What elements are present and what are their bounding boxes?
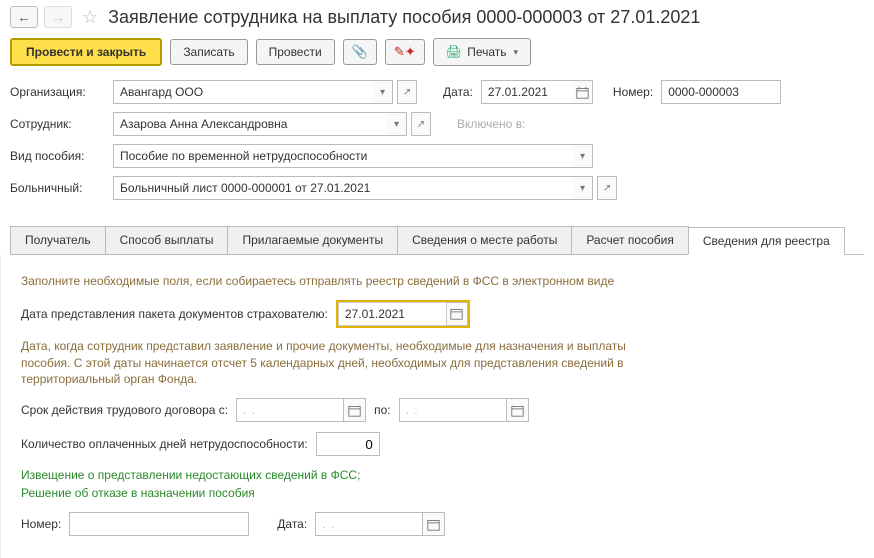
tab-workplace-info[interactable]: Сведения о месте работы: [397, 226, 572, 254]
benefit-type-input[interactable]: Пособие по временной нетрудоспособности: [113, 144, 573, 168]
org-open-button[interactable]: ↗: [397, 80, 417, 104]
nav-forward-button[interactable]: →: [44, 6, 72, 28]
org-dropdown-button[interactable]: ▾: [373, 80, 393, 104]
included-label: Включено в:: [457, 117, 525, 131]
contract-to-label: по:: [374, 403, 391, 417]
calendar-icon: [511, 404, 524, 417]
notice-date-input[interactable]: . .: [315, 512, 423, 536]
sickleave-label: Больничный:: [10, 181, 105, 195]
paid-days-label: Количество оплаченных дней нетрудоспособ…: [21, 437, 308, 451]
submit-date-label: Дата представления пакета документов стр…: [21, 307, 328, 321]
pencil-magic-icon: ✎✦: [394, 44, 416, 60]
submit-date-input[interactable]: 27.01.2021: [338, 302, 446, 326]
print-button[interactable]: Печать ▾: [433, 38, 531, 66]
nav-back-button[interactable]: ←: [10, 6, 38, 28]
num-input[interactable]: 0000-000003: [661, 80, 781, 104]
submit-date-highlight: 27.01.2021: [336, 300, 470, 328]
paid-days-input[interactable]: [316, 432, 380, 456]
employee-label: Сотрудник:: [10, 117, 105, 131]
notice-num-label: Номер:: [21, 517, 61, 531]
tab-attached-docs[interactable]: Прилагаемые документы: [227, 226, 398, 254]
benefit-type-dropdown-button[interactable]: ▾: [573, 144, 593, 168]
notice-heading-1: Извещение о представлении недостающих св…: [21, 466, 854, 484]
tab-benefit-calc[interactable]: Расчет пособия: [571, 226, 689, 254]
notice-heading-2: Решение об отказе в назначении пособия: [21, 484, 854, 502]
contract-from-label: Срок действия трудового договора с:: [21, 403, 228, 417]
tab-recipient[interactable]: Получатель: [10, 226, 106, 254]
paperclip-icon: [352, 44, 368, 60]
tab-payment-method[interactable]: Способ выплаты: [105, 226, 229, 254]
post-button[interactable]: Провести: [256, 39, 335, 65]
save-button[interactable]: Записать: [170, 39, 247, 65]
benefit-type-label: Вид пособия:: [10, 149, 105, 163]
calendar-icon: [348, 404, 361, 417]
contract-from-input[interactable]: . .: [236, 398, 344, 422]
dropdown-caret-icon: ▾: [514, 47, 519, 58]
employee-input[interactable]: Азарова Анна Александровна: [113, 112, 387, 136]
tabs: Получатель Способ выплаты Прилагаемые до…: [10, 226, 864, 255]
notice-date-label: Дата:: [277, 517, 307, 531]
notice-num-input[interactable]: [69, 512, 249, 536]
print-label: Печать: [467, 45, 506, 59]
date-label: Дата:: [443, 85, 473, 99]
calendar-icon: [450, 307, 463, 320]
favorite-star-icon[interactable]: ☆: [78, 7, 102, 28]
registry-hint-explain: Дата, когда сотрудник представил заявлен…: [21, 338, 661, 388]
tab-registry-info[interactable]: Сведения для реестра: [688, 227, 845, 255]
printer-icon: [446, 44, 463, 60]
attach-button[interactable]: [343, 39, 377, 65]
sickleave-open-button[interactable]: ↗: [597, 176, 617, 200]
sickleave-input[interactable]: Больничный лист 0000-000001 от 27.01.202…: [113, 176, 573, 200]
num-label: Номер:: [613, 85, 653, 99]
employee-open-button[interactable]: ↗: [411, 112, 431, 136]
contract-to-calendar-button[interactable]: [507, 398, 529, 422]
date-input[interactable]: 27.01.2021: [481, 80, 573, 104]
employee-dropdown-button[interactable]: ▾: [387, 112, 407, 136]
calendar-icon: [427, 518, 440, 531]
page-title: Заявление сотрудника на выплату пособия …: [108, 7, 700, 28]
date-calendar-button[interactable]: [573, 80, 593, 104]
calendar-icon: [576, 86, 589, 99]
registry-hint-top: Заполните необходимые поля, если собирае…: [21, 273, 854, 290]
submit-date-calendar-button[interactable]: [446, 302, 468, 326]
contract-to-input[interactable]: . .: [399, 398, 507, 422]
org-label: Организация:: [10, 85, 105, 99]
org-input[interactable]: Авангард ООО: [113, 80, 373, 104]
commit-close-button[interactable]: Провести и закрыть: [10, 38, 162, 66]
magic-pencil-button[interactable]: ✎✦: [385, 39, 425, 65]
notice-date-calendar-button[interactable]: [423, 512, 445, 536]
sickleave-dropdown-button[interactable]: ▾: [573, 176, 593, 200]
contract-from-calendar-button[interactable]: [344, 398, 366, 422]
